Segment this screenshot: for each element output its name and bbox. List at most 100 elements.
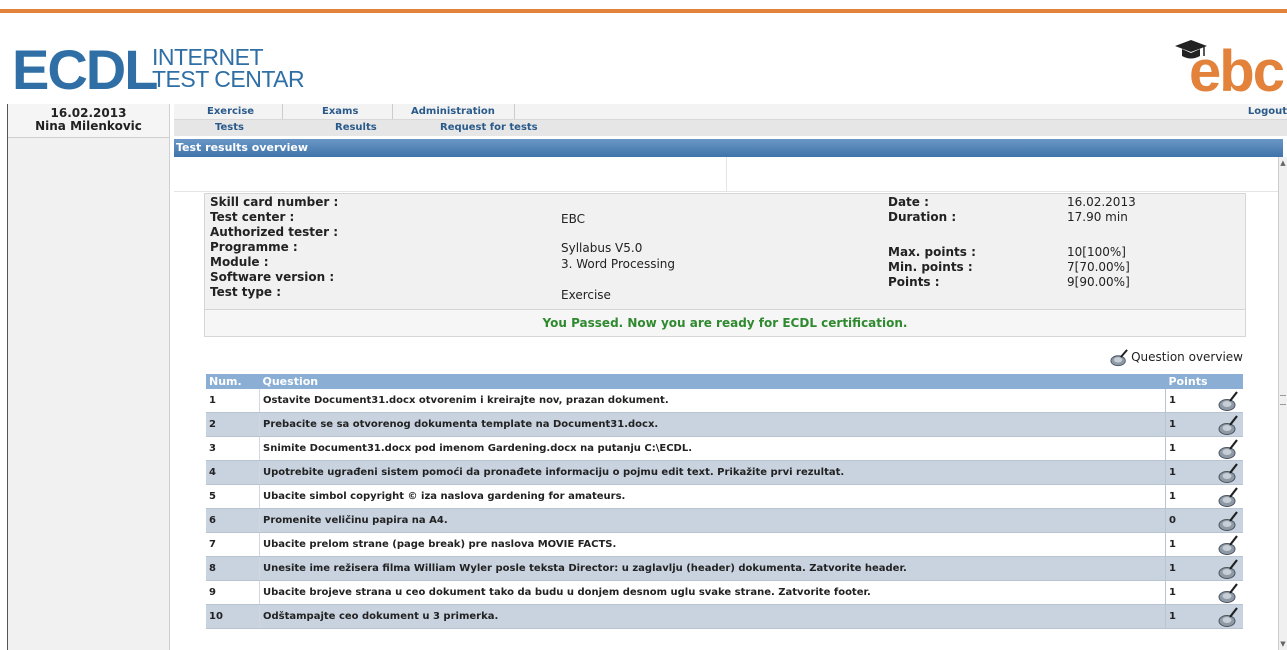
table-row: 8 Unesite ime režisera filma William Wyle… [206, 556, 1243, 581]
module-value: 3. Word Processing [561, 257, 675, 271]
scroll-up-arrow-icon[interactable]: ▲ [1279, 159, 1287, 167]
scroll-down-arrow-icon[interactable]: ▼ [1279, 640, 1287, 648]
disc-pencil-icon [1110, 348, 1128, 366]
table-row: 10 Odštampajte ceo dokument u 3 primerka.… [206, 604, 1243, 629]
disc-pencil-icon[interactable] [1217, 606, 1239, 628]
tab-strip [174, 157, 1279, 192]
skill-card-label: Skill card number : [210, 195, 339, 209]
programme-label: Programme : [210, 240, 298, 254]
table-row: 7 Ubacite prelom strane (page break) pre … [206, 532, 1243, 557]
main-content: Skill card number : Test center : EBC Au… [174, 157, 1279, 650]
disc-pencil-icon[interactable] [1217, 510, 1239, 532]
question-overview-link[interactable]: Question overview [1109, 347, 1243, 367]
nav-divider [282, 104, 283, 119]
nav-logout[interactable]: Logout [1248, 105, 1287, 118]
question-points: 1 [1165, 532, 1212, 557]
nav-exams[interactable]: Exams [322, 105, 358, 118]
min-points-label: Min. points : [888, 260, 973, 274]
ecdl-logo-text: ECDL [12, 38, 158, 101]
scroll-grip[interactable] [1280, 395, 1286, 405]
pass-message: You Passed. Now you are ready for ECDL c… [205, 309, 1245, 336]
question-text: Snimite Document31.docx pod imenom Garde… [259, 436, 1166, 461]
question-detail-cell [1212, 460, 1243, 485]
top-accent-bar [0, 9, 1287, 13]
user-info: 16.02.2013 Nina Milenkovic [8, 104, 169, 138]
question-detail-cell [1212, 508, 1243, 533]
question-number: 7 [206, 532, 260, 557]
max-points-label: Max. points : [888, 245, 976, 259]
question-detail-cell [1212, 580, 1243, 605]
points-label: Points : [888, 275, 940, 289]
nav-administration[interactable]: Administration [411, 105, 495, 118]
question-detail-cell [1212, 389, 1243, 413]
table-body: 1 Ostavite Document31.docx otvorenim i kr… [206, 389, 1243, 629]
question-detail-cell [1212, 556, 1243, 581]
question-overview-label: Question overview [1131, 350, 1243, 364]
ebc-logo-text: ebc [1189, 39, 1285, 104]
logo-sub-line2: TEST CENTAR [152, 66, 305, 92]
question-detail-cell [1212, 484, 1243, 509]
date-value: 16.02.2013 [1067, 195, 1136, 209]
question-text: Promenite veličinu papira na A4. [259, 508, 1166, 533]
nav-divider [514, 104, 515, 119]
table-header-row: Num. Question Points [206, 374, 1243, 389]
duration-label: Duration : [888, 210, 957, 224]
question-text: Ubacite brojeve strana u ceo dokument ta… [259, 580, 1166, 605]
question-number: 5 [206, 484, 260, 509]
col-num: Num. [206, 374, 260, 389]
question-points: 1 [1165, 389, 1212, 413]
table-row: 2 Prebacite se sa otvorenog dokumenta tem… [206, 412, 1243, 437]
question-number: 3 [206, 436, 260, 461]
module-label: Module : [210, 255, 269, 269]
ecdl-logo-subtitle: INTERNET TEST CENTAR [152, 44, 305, 92]
vertical-scrollbar[interactable]: ▲ ▼ [1278, 157, 1287, 650]
disc-pencil-icon[interactable] [1217, 486, 1239, 508]
question-number: 10 [206, 604, 260, 629]
question-number: 2 [206, 412, 260, 437]
question-text: Ostavite Document31.docx otvorenim i kre… [259, 389, 1166, 413]
disc-pencil-icon[interactable] [1217, 582, 1239, 604]
disc-pencil-icon[interactable] [1217, 438, 1239, 460]
question-points: 1 [1165, 556, 1212, 581]
test-center-value: EBC [561, 212, 585, 226]
question-text: Odštampajte ceo dokument u 3 primerka. [259, 604, 1166, 629]
question-points: 1 [1165, 580, 1212, 605]
authorized-tester-label: Authorized tester : [210, 225, 339, 239]
test-type-value: Exercise [561, 288, 611, 302]
date-label: Date : [888, 195, 929, 209]
disc-pencil-icon[interactable] [1217, 534, 1239, 556]
question-points: 1 [1165, 412, 1212, 437]
disc-pencil-icon[interactable] [1217, 462, 1239, 484]
table-row: 5 Ubacite simbol copyright © iza naslova … [206, 484, 1243, 509]
question-points: 1 [1165, 484, 1212, 509]
col-question: Question [259, 374, 1166, 389]
question-points: 1 [1165, 460, 1212, 485]
question-points: 1 [1165, 436, 1212, 461]
test-info-panel: Skill card number : Test center : EBC Au… [204, 193, 1246, 337]
duration-value: 17.90 min [1067, 210, 1128, 224]
logo-sub-line1: INTERNET [152, 44, 264, 70]
sub-nav: Tests Results Request for tests [174, 120, 1287, 136]
table-row: 6 Promenite veličinu papira na A4. 0 [206, 508, 1243, 533]
question-points: 1 [1165, 604, 1212, 629]
max-points-value: 10[100%] [1067, 245, 1126, 259]
question-detail-cell [1212, 604, 1243, 629]
question-number: 9 [206, 580, 260, 605]
min-points-value: 7[70.00%] [1067, 260, 1130, 274]
disc-pencil-icon[interactable] [1217, 558, 1239, 580]
question-number: 6 [206, 508, 260, 533]
question-points: 0 [1165, 508, 1212, 533]
subnav-request-for-tests[interactable]: Request for tests [440, 121, 538, 134]
disc-pencil-icon[interactable] [1217, 414, 1239, 436]
question-detail-cell [1212, 412, 1243, 437]
programme-value: Syllabus V5.0 [561, 241, 643, 255]
col-points: Points [1165, 374, 1243, 389]
disc-pencil-icon[interactable] [1217, 390, 1239, 412]
nav-exercise[interactable]: Exercise [207, 105, 254, 118]
question-detail-cell [1212, 532, 1243, 557]
question-number: 4 [206, 460, 260, 485]
table-row: 4 Upotrebite ugrađeni sistem pomoći da pr… [206, 460, 1243, 485]
subnav-tests[interactable]: Tests [215, 121, 244, 134]
ebc-logo: ebc [1163, 38, 1285, 104]
subnav-results[interactable]: Results [335, 121, 377, 134]
